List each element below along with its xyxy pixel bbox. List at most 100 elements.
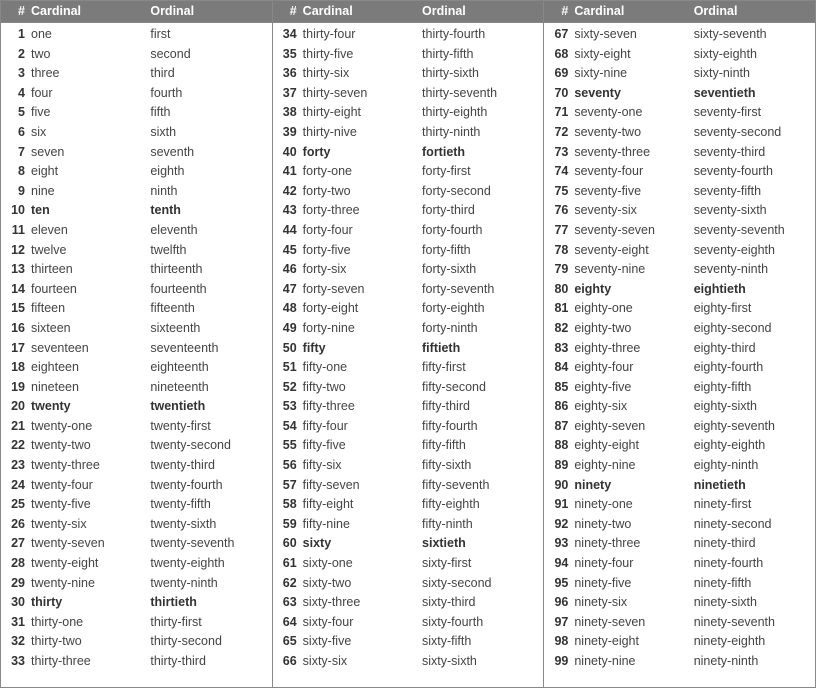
cell-number: 43 <box>277 201 301 221</box>
cell-ordinal: twelfth <box>148 241 267 261</box>
cell-number: 78 <box>548 241 572 261</box>
cell-number: 45 <box>277 241 301 261</box>
table-row: 10tententh <box>1 201 272 221</box>
cell-ordinal: forty-second <box>420 182 539 202</box>
cell-ordinal: sixty-fifth <box>420 632 539 652</box>
cell-number: 68 <box>548 45 572 65</box>
cell-cardinal: ninety-one <box>572 495 691 515</box>
cell-ordinal: ninety-sixth <box>692 593 811 613</box>
cell-cardinal: eleven <box>29 221 148 241</box>
table-row: 89eighty-nineeighty-ninth <box>544 456 815 476</box>
cell-cardinal: fifty-five <box>301 436 420 456</box>
column-header: #CardinalOrdinal <box>1 1 272 23</box>
cell-number: 6 <box>5 123 29 143</box>
table-row: 21twenty-onetwenty-first <box>1 417 272 437</box>
cell-cardinal: seventy-three <box>572 143 691 163</box>
cell-cardinal: forty-four <box>301 221 420 241</box>
table-row: 31thirty-onethirty-first <box>1 613 272 633</box>
cell-number: 28 <box>5 554 29 574</box>
cell-ordinal: eighty-fifth <box>692 378 811 398</box>
cell-cardinal: seventy-eight <box>572 241 691 261</box>
cell-ordinal: fortieth <box>420 143 539 163</box>
cell-cardinal: seventy-two <box>572 123 691 143</box>
cell-cardinal: sixty-seven <box>572 25 691 45</box>
cell-number: 92 <box>548 515 572 535</box>
cell-number: 32 <box>5 632 29 652</box>
cell-cardinal: seventy <box>572 84 691 104</box>
cell-cardinal: forty-three <box>301 201 420 221</box>
cell-ordinal: ninety-first <box>692 495 811 515</box>
cell-cardinal: eighty-four <box>572 358 691 378</box>
cell-number: 30 <box>5 593 29 613</box>
cell-number: 21 <box>5 417 29 437</box>
cell-number: 77 <box>548 221 572 241</box>
table-row: 58fifty-eightfifty-eighth <box>273 495 544 515</box>
cell-number: 48 <box>277 299 301 319</box>
cell-number: 81 <box>548 299 572 319</box>
cell-ordinal: twenty-sixth <box>148 515 267 535</box>
table-row: 57fifty-sevenfifty-seventh <box>273 476 544 496</box>
table-row: 42forty-twoforty-second <box>273 182 544 202</box>
table-row: 83eighty-threeeighty-third <box>544 339 815 359</box>
table-row: 61sixty-onesixty-first <box>273 554 544 574</box>
cell-number: 38 <box>277 103 301 123</box>
cell-number: 89 <box>548 456 572 476</box>
cell-number: 37 <box>277 84 301 104</box>
cell-cardinal: twenty-one <box>29 417 148 437</box>
table-row: 97ninety-sevenninety-seventh <box>544 613 815 633</box>
table-row: 2twosecond <box>1 45 272 65</box>
cell-cardinal: ninety <box>572 476 691 496</box>
header-ordinal: Ordinal <box>148 4 267 18</box>
cell-number: 86 <box>548 397 572 417</box>
cell-number: 82 <box>548 319 572 339</box>
cell-number: 5 <box>5 103 29 123</box>
cell-cardinal: one <box>29 25 148 45</box>
table-row: 1onefirst <box>1 25 272 45</box>
cell-number: 97 <box>548 613 572 633</box>
cell-ordinal: fifty-first <box>420 358 539 378</box>
table-row: 30thirtythirtieth <box>1 593 272 613</box>
cell-cardinal: seventy-five <box>572 182 691 202</box>
table-row: 9nineninth <box>1 182 272 202</box>
cell-ordinal: fourth <box>148 84 267 104</box>
cell-number: 16 <box>5 319 29 339</box>
cell-cardinal: sixty <box>301 534 420 554</box>
table-row: 26twenty-sixtwenty-sixth <box>1 515 272 535</box>
table-row: 32thirty-twothirty-second <box>1 632 272 652</box>
cell-number: 61 <box>277 554 301 574</box>
table-row: 82eighty-twoeighty-second <box>544 319 815 339</box>
cell-cardinal: forty-eight <box>301 299 420 319</box>
cell-ordinal: ninety-ninth <box>692 652 811 672</box>
numbers-table: #CardinalOrdinal1onefirst2twosecond3thre… <box>0 0 816 688</box>
cell-cardinal: twenty-five <box>29 495 148 515</box>
cell-number: 52 <box>277 378 301 398</box>
table-row: 74seventy-fourseventy-fourth <box>544 162 815 182</box>
cell-number: 46 <box>277 260 301 280</box>
cell-ordinal: eighteenth <box>148 358 267 378</box>
cell-cardinal: eighty-nine <box>572 456 691 476</box>
table-row: 67sixty-sevensixty-seventh <box>544 25 815 45</box>
cell-number: 91 <box>548 495 572 515</box>
cell-number: 70 <box>548 84 572 104</box>
cell-number: 10 <box>5 201 29 221</box>
cell-number: 13 <box>5 260 29 280</box>
cell-cardinal: sixty-six <box>301 652 420 672</box>
table-row: 7sevenseventh <box>1 143 272 163</box>
cell-cardinal: forty-seven <box>301 280 420 300</box>
cell-number: 1 <box>5 25 29 45</box>
cell-cardinal: seventy-one <box>572 103 691 123</box>
cell-ordinal: eighty-second <box>692 319 811 339</box>
cell-number: 51 <box>277 358 301 378</box>
cell-number: 2 <box>5 45 29 65</box>
cell-number: 58 <box>277 495 301 515</box>
cell-number: 64 <box>277 613 301 633</box>
table-row: 71seventy-oneseventy-first <box>544 103 815 123</box>
table-row: 94ninety-fourninety-fourth <box>544 554 815 574</box>
table-row: 15fifteenfifteenth <box>1 299 272 319</box>
cell-cardinal: ninety-six <box>572 593 691 613</box>
table-row: 40fortyfortieth <box>273 143 544 163</box>
cell-ordinal: thirtieth <box>148 593 267 613</box>
cell-number: 26 <box>5 515 29 535</box>
cell-cardinal: forty <box>301 143 420 163</box>
table-row: 47forty-sevenforty-seventh <box>273 280 544 300</box>
